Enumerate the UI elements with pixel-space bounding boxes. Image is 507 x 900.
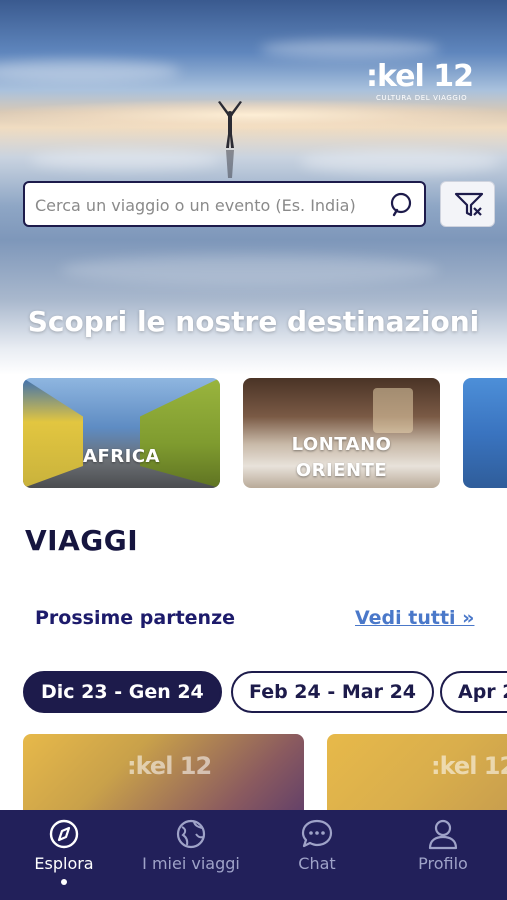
logo-tagline: CULTURA DEL VIAGGIO	[376, 94, 468, 102]
destinations-title: Scopri le nostre destinazioni	[27, 305, 480, 338]
tab-label: Profilo	[418, 854, 468, 873]
date-chip[interactable]: Dic 23 - Gen 24	[23, 671, 222, 713]
filter-button[interactable]	[440, 181, 495, 227]
cloud	[300, 150, 500, 174]
search-icon[interactable]	[388, 191, 416, 219]
destination-label: AFRICA	[83, 446, 160, 467]
tab-label: I miei viaggi	[142, 854, 240, 873]
cloud	[30, 150, 220, 170]
date-chips[interactable]: Dic 23 - Gen 24 Feb 24 - Mar 24 Apr 2	[23, 671, 507, 715]
see-all-link[interactable]: Vedi tutti »	[355, 607, 474, 629]
globe-icon	[176, 819, 206, 849]
destination-label-line2: ORIENTE	[295, 460, 388, 481]
cloud	[260, 40, 440, 58]
tab-i-miei-viaggi[interactable]: I miei viaggi	[128, 818, 254, 898]
search-input[interactable]	[33, 191, 377, 219]
kel12-logo: :kel 12 CULTURA DEL VIAGGIO	[366, 60, 476, 108]
trip-card-logo: :kel 12	[127, 752, 212, 780]
tab-chat[interactable]: Chat	[254, 818, 380, 898]
date-chip[interactable]: Feb 24 - Mar 24	[231, 671, 435, 713]
bottom-tab-bar: Esplora I miei viaggi Chat Profilo	[0, 810, 507, 900]
date-chip[interactable]: Apr 2	[440, 671, 507, 713]
chat-bubble-icon	[301, 819, 333, 848]
person-silhouette	[218, 101, 242, 178]
trip-cards-carousel[interactable]: :kel 12 :kel 12	[23, 734, 507, 810]
upcoming-departures-label: Prossime partenze	[35, 607, 236, 629]
filter-icon	[454, 192, 484, 217]
tab-esplora[interactable]: Esplora	[1, 818, 127, 898]
building-right	[140, 378, 220, 488]
trip-card[interactable]: :kel 12	[23, 734, 304, 810]
destination-card-africa[interactable]: AFRICA	[23, 378, 220, 488]
destination-label-line1: LONTANO	[291, 434, 392, 455]
lamp-shade	[373, 388, 413, 433]
trip-card[interactable]: :kel 12	[327, 734, 507, 810]
compass-icon	[49, 819, 79, 849]
tab-label: Chat	[298, 854, 336, 873]
active-indicator-dot	[61, 879, 67, 885]
cloud	[60, 255, 440, 285]
tab-profilo[interactable]: Profilo	[380, 818, 506, 898]
logo-text: :kel 12	[366, 59, 474, 94]
destination-label: LONTANO ORIENTE	[243, 432, 440, 484]
search-bar[interactable]	[23, 181, 426, 227]
cloud	[0, 60, 180, 82]
destination-card-lontano-oriente[interactable]: LONTANO ORIENTE	[243, 378, 440, 488]
destination-card-partial[interactable]	[463, 378, 507, 488]
destinations-carousel[interactable]: AFRICA LONTANO ORIENTE	[23, 378, 507, 490]
trip-card-logo: :kel 12	[431, 752, 507, 780]
tab-label: Esplora	[34, 854, 94, 873]
section-title-viaggi: VIAGGI	[25, 524, 139, 557]
user-icon	[428, 819, 458, 850]
building-left	[23, 378, 83, 488]
